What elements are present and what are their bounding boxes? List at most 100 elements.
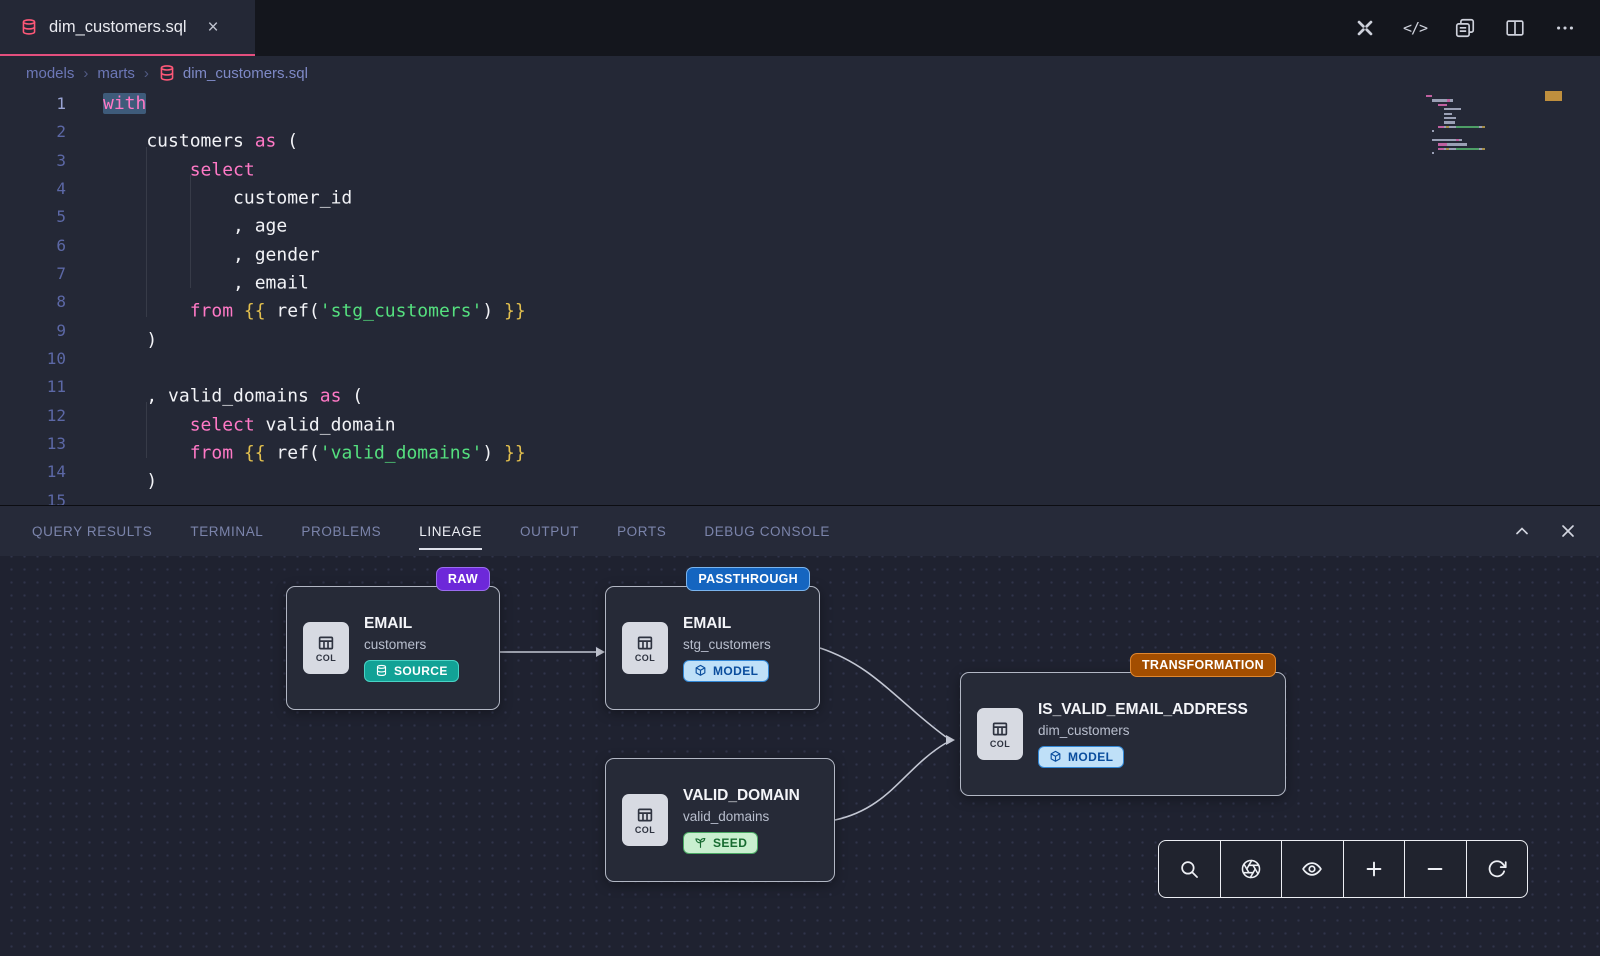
node-badge-source: SOURCE bbox=[364, 660, 459, 682]
line-number: 11 bbox=[0, 373, 66, 401]
zoom-in-button[interactable] bbox=[1343, 841, 1405, 897]
search-icon bbox=[1178, 858, 1200, 880]
column-name: EMAIL bbox=[683, 615, 771, 633]
breadcrumb-item[interactable]: marts bbox=[97, 65, 135, 82]
tab-title: dim_customers.sql bbox=[49, 18, 187, 37]
code-line[interactable]: 7, email bbox=[0, 260, 1600, 288]
zoom-out-icon bbox=[1424, 858, 1446, 880]
breadcrumb-item[interactable]: dim_customers.sql bbox=[158, 64, 308, 82]
breadcrumb-separator-icon: › bbox=[144, 65, 149, 82]
column-name: IS_VALID_EMAIL_ADDRESS bbox=[1038, 701, 1248, 719]
line-number: 12 bbox=[0, 402, 66, 430]
titlebar: dim_customers.sql × </> bbox=[0, 0, 1600, 56]
node-badge-model: MODEL bbox=[683, 660, 769, 682]
lineage-node-customers[interactable]: RAWCOLEMAILcustomersSOURCE bbox=[286, 586, 500, 710]
refresh-icon bbox=[1486, 858, 1508, 880]
node-tag-transformation: TRANSFORMATION bbox=[1130, 653, 1276, 677]
refresh-button[interactable] bbox=[1466, 841, 1528, 897]
node-badge-seed: SEED bbox=[683, 832, 758, 854]
panel-tab-lineage[interactable]: LINEAGE bbox=[419, 506, 482, 557]
minimap[interactable] bbox=[1426, 95, 1532, 161]
line-number: 3 bbox=[0, 147, 66, 175]
editor-tab-dim-customers[interactable]: dim_customers.sql × bbox=[0, 0, 255, 56]
close-tab-icon[interactable]: × bbox=[208, 18, 219, 37]
aperture-icon bbox=[1240, 858, 1262, 880]
column-icon: COL bbox=[622, 794, 668, 846]
code-line[interactable]: 11, valid_domains as ( bbox=[0, 373, 1600, 401]
seedling-icon bbox=[694, 836, 707, 849]
code-line[interactable]: 1with bbox=[0, 90, 1600, 118]
table-name: valid_domains bbox=[683, 809, 800, 824]
lineage-node-valid_domains[interactable]: COL VALID_DOMAIN valid_domains SEED bbox=[605, 758, 835, 882]
close-panel-icon[interactable] bbox=[1558, 521, 1578, 541]
lineage-node-dim_customers[interactable]: TRANSFORMATIONCOLIS_VALID_EMAIL_ADDRESSd… bbox=[960, 672, 1286, 796]
line-number: 6 bbox=[0, 232, 66, 260]
panel-tab-output[interactable]: OUTPUT bbox=[520, 506, 579, 557]
database-icon bbox=[375, 664, 388, 677]
zoom-in-icon bbox=[1363, 858, 1385, 880]
line-number: 7 bbox=[0, 260, 66, 288]
line-number: 15 bbox=[0, 487, 66, 505]
panel-tab-bar: QUERY RESULTS TERMINAL PROBLEMS LINEAGE OUTP… bbox=[0, 505, 1600, 556]
node-tag-passthrough: PASSTHROUGH bbox=[686, 567, 810, 591]
code-line[interactable]: 13from {{ ref('valid_domains') }} bbox=[0, 430, 1600, 458]
table-name: stg_customers bbox=[683, 637, 771, 652]
panel-tab-terminal[interactable]: TERMINAL bbox=[190, 506, 263, 557]
cube-icon bbox=[1049, 750, 1062, 763]
lineage-canvas[interactable]: RAW COL EMAIL customers SOURCE PASSTHROUGH COL… bbox=[0, 556, 1600, 956]
more-actions-icon[interactable] bbox=[1552, 15, 1578, 41]
breadcrumb-item[interactable]: models bbox=[26, 65, 74, 82]
inline-code-icon[interactable]: </> bbox=[1402, 15, 1428, 41]
line-number: 8 bbox=[0, 288, 66, 316]
panel-icons bbox=[1512, 521, 1578, 541]
column-name: EMAIL bbox=[364, 615, 459, 633]
column-icon: COL bbox=[622, 622, 668, 674]
code-line[interactable]: 5, age bbox=[0, 203, 1600, 231]
titlebar-actions: </> bbox=[1352, 0, 1600, 56]
search-button[interactable] bbox=[1159, 841, 1220, 897]
breadcrumb-separator-icon: › bbox=[83, 65, 88, 82]
panel-tabs: QUERY RESULTS TERMINAL PROBLEMS LINEAGE OUTP… bbox=[32, 506, 830, 557]
code-line[interactable]: 4customer_id bbox=[0, 175, 1600, 203]
line-number: 13 bbox=[0, 430, 66, 458]
code-editor[interactable]: 1with2customers as (3select4customer_id5… bbox=[0, 90, 1600, 505]
node-tag-raw: RAW bbox=[436, 567, 490, 591]
code-line[interactable]: 8from {{ ref('stg_customers') }} bbox=[0, 288, 1600, 316]
line-number: 4 bbox=[0, 175, 66, 203]
panel-tab-ports[interactable]: PORTS bbox=[617, 506, 666, 557]
collapse-panel-icon[interactable] bbox=[1512, 521, 1532, 541]
code-line[interactable]: 15 bbox=[0, 487, 1600, 505]
node-badge-model: MODEL bbox=[1038, 746, 1124, 768]
breadcrumb: models › marts › dim_customers.sql bbox=[0, 56, 1600, 90]
column-icon: COL bbox=[977, 708, 1023, 760]
panel-tab-debug-console[interactable]: DEBUG CONSOLE bbox=[704, 506, 830, 557]
code-line[interactable]: 2customers as ( bbox=[0, 118, 1600, 146]
query-results-icon[interactable] bbox=[1452, 15, 1478, 41]
eye-button[interactable] bbox=[1281, 841, 1343, 897]
split-editor-icon[interactable] bbox=[1502, 15, 1528, 41]
pinwheel-icon[interactable] bbox=[1352, 15, 1378, 41]
lineage-zoom-toolbar bbox=[1158, 840, 1528, 898]
line-number: 2 bbox=[0, 118, 66, 146]
column-icon: COL bbox=[303, 622, 349, 674]
database-icon bbox=[20, 18, 38, 36]
zoom-out-button[interactable] bbox=[1404, 841, 1466, 897]
line-number: 10 bbox=[0, 345, 66, 373]
table-name: dim_customers bbox=[1038, 723, 1248, 738]
code-line[interactable]: 10 bbox=[0, 345, 1600, 373]
cube-icon bbox=[694, 664, 707, 677]
aperture-button[interactable] bbox=[1220, 841, 1282, 897]
eye-icon bbox=[1301, 858, 1323, 880]
line-number: 5 bbox=[0, 203, 66, 231]
code-line[interactable]: 3select bbox=[0, 147, 1600, 175]
column-name: VALID_DOMAIN bbox=[683, 787, 800, 805]
line-number: 14 bbox=[0, 458, 66, 486]
panel-tab-problems[interactable]: PROBLEMS bbox=[301, 506, 381, 557]
code-line[interactable]: 12select valid_domain bbox=[0, 402, 1600, 430]
overview-ruler-marker bbox=[1545, 91, 1562, 101]
table-name: customers bbox=[364, 637, 459, 652]
line-number: 1 bbox=[0, 90, 66, 118]
code-line[interactable]: 6, gender bbox=[0, 232, 1600, 260]
lineage-node-stg_customers[interactable]: PASSTHROUGHCOLEMAILstg_customersMODEL bbox=[605, 586, 820, 710]
panel-tab-query-results[interactable]: QUERY RESULTS bbox=[32, 506, 152, 557]
